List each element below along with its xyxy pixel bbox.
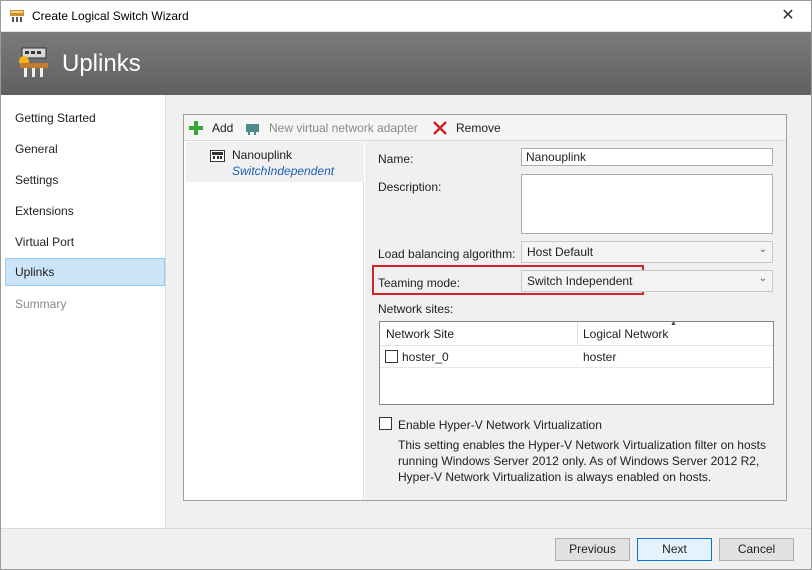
close-icon[interactable]: ✕ [776,4,800,28]
wizard-footer: Previous Next Cancel [1,528,811,569]
load-balancing-label: Load balancing algorithm: [378,247,516,261]
nav-item-extensions[interactable]: Extensions [5,197,165,225]
teaming-mode-label: Teaming mode: [378,276,461,290]
chevron-down-icon: ⌄ [758,273,767,284]
uplink-mode: SwitchIndependent [232,164,335,178]
uplink-name: Nanouplink [232,148,293,162]
grid-header: Network Site Logical Network ▲ [380,320,773,346]
network-site-cell: hoster_0 [402,350,449,364]
page-banner: Uplinks [1,32,811,95]
table-row[interactable]: hoster_0 hoster [380,346,773,368]
name-label: Name: [378,152,414,166]
add-label: Add [212,121,234,135]
sort-ascending-icon: ▲ [670,320,677,327]
nav-item-uplinks[interactable]: Uplinks [5,258,165,286]
wizard-content: Add New virtual network adapter Remove N… [166,95,811,528]
teaming-mode-value: Switch Independent [527,274,633,288]
window-titlebar: Create Logical Switch Wizard ✕ [0,0,812,32]
cancel-button[interactable]: Cancel [719,538,794,561]
chevron-down-icon: ⌄ [758,244,767,255]
previous-button[interactable]: Previous [555,538,630,561]
column-header-logical-network[interactable]: Logical Network [577,322,668,346]
hnv-description: This setting enables the Hyper-V Network… [398,438,766,484]
nav-item-settings[interactable]: Settings [5,166,165,194]
page-title: Uplinks [62,50,141,77]
hnv-checkbox[interactable] [379,417,392,430]
site-checkbox[interactable] [385,350,398,363]
hnv-label[interactable]: Enable Hyper-V Network Virtualization [398,418,602,432]
switch-wizard-icon [19,47,48,77]
network-sites-label: Network sites: [378,302,454,316]
new-virtual-network-adapter-button[interactable]: New virtual network adapter [245,119,418,137]
logical-network-cell: hoster [583,350,617,364]
network-adapter-icon [246,124,259,135]
wizard-nav: Getting Started General Settings Extensi… [1,95,166,528]
uplink-properties-form: Name: Description: Load balancing algori… [365,141,786,500]
add-icon [189,121,203,135]
teaming-mode-select[interactable]: Switch Independent ⌄ [521,270,773,292]
description-field[interactable] [521,174,773,234]
uplinks-toolbar: Add New virtual network adapter Remove [184,115,786,141]
add-button[interactable]: Add [188,119,233,137]
next-button[interactable]: Next [637,538,712,561]
remove-x-icon [433,121,447,135]
uplink-list: Nanouplink SwitchIndependent [184,141,364,500]
network-sites-grid: Network Site Logical Network ▲ hoster_0 … [379,320,774,405]
nav-item-getting-started[interactable]: Getting Started [5,104,165,132]
remove-label: Remove [456,121,501,135]
list-item[interactable]: Nanouplink SwitchIndependent [186,142,364,182]
new-adapter-label: New virtual network adapter [269,121,418,135]
nav-item-virtual-port[interactable]: Virtual Port [5,228,165,256]
nav-item-summary: Summary [15,297,67,311]
wizard-app-icon [10,10,24,22]
remove-button[interactable]: Remove [432,119,501,137]
uplink-port-icon [210,150,225,162]
name-field[interactable] [521,148,773,166]
uplinks-panel: Add New virtual network adapter Remove N… [183,114,787,501]
description-label: Description: [378,180,442,194]
load-balancing-select[interactable]: Host Default ⌄ [521,241,773,263]
load-balancing-value: Host Default [527,245,594,259]
column-header-network-site[interactable]: Network Site [380,322,454,346]
nav-item-general[interactable]: General [5,135,165,163]
window-title: Create Logical Switch Wizard [32,9,189,23]
